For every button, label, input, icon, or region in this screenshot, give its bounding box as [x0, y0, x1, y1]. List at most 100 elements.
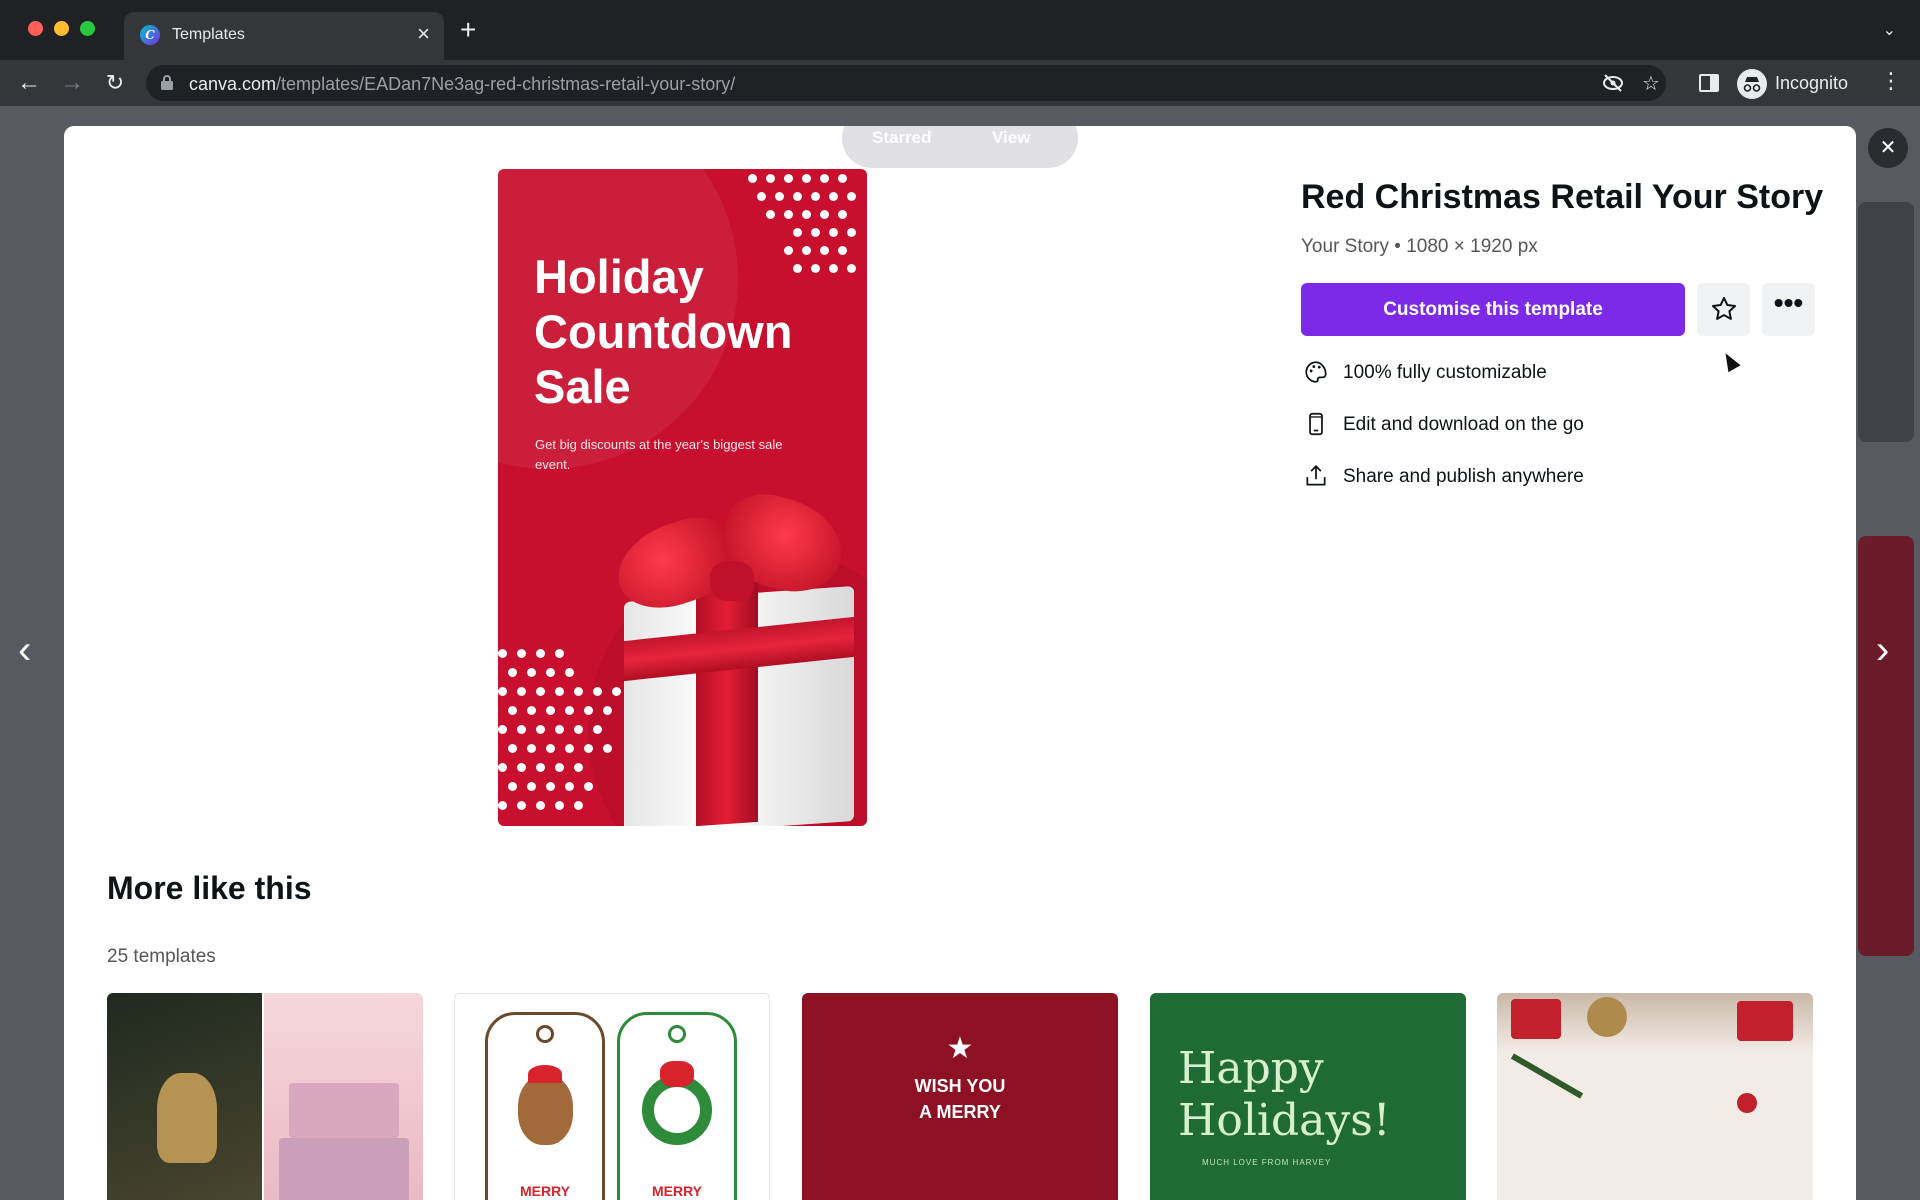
template-title: Red Christmas Retail Your Story — [1301, 178, 1824, 216]
thumb-gift-tag: MERRY CHRISTMAS — [617, 1012, 737, 1200]
template-count: 25 templates — [107, 946, 216, 967]
template-thumbnail[interactable]: ★ WISH YOU A MERRY — [802, 993, 1118, 1200]
polka-dot — [545, 706, 555, 715]
template-thumbnail[interactable]: MERRY CHRISTMAS MERRY CHRISTMAS — [454, 993, 770, 1200]
polka-dot — [820, 246, 829, 255]
gift-bow-knot — [710, 561, 754, 601]
polka-dot — [847, 228, 856, 237]
polka-dot — [602, 706, 612, 715]
browser-tab-bar: C Templates × + ⌄ — [0, 0, 1920, 60]
polka-dot — [555, 649, 564, 658]
polka-dot — [555, 801, 564, 810]
thumb-gift-tag: MERRY CHRISTMAS — [485, 1012, 605, 1200]
kebab-icon[interactable]: ⋮ — [1880, 68, 1902, 94]
maximize-window-button[interactable] — [80, 21, 95, 36]
template-preview[interactable]: Holiday Countdown Sale Get big discounts… — [498, 169, 867, 826]
back-icon[interactable]: ← — [14, 68, 44, 98]
polka-dot — [793, 192, 802, 201]
polka-dot — [583, 706, 593, 715]
polka-dot — [593, 687, 602, 696]
incognito-icon — [1737, 69, 1767, 100]
lock-icon — [161, 75, 173, 90]
browser-tab[interactable]: C Templates × — [124, 12, 444, 60]
star-button[interactable] — [1697, 283, 1750, 336]
previous-template-arrow-icon[interactable]: ‹ — [18, 630, 31, 670]
template-thumbnail[interactable]: Happy Holidays! MUCH LOVE FROM HARVEY — [1150, 993, 1466, 1200]
incognito-profile-button[interactable]: Incognito — [1737, 67, 1849, 100]
polka-dot — [574, 763, 583, 772]
polka-dot — [574, 801, 583, 810]
canva-favicon-icon: C — [140, 25, 160, 45]
polka-dot — [564, 668, 574, 677]
polka-dot — [555, 763, 564, 772]
polka-dot — [766, 174, 775, 183]
palette-icon — [1305, 361, 1327, 383]
polka-dot — [498, 725, 507, 734]
close-window-button[interactable] — [28, 21, 43, 36]
feature-text: 100% fully customizable — [1343, 362, 1547, 383]
background-card — [1858, 536, 1914, 956]
view-label[interactable]: View — [992, 128, 1030, 148]
background-card — [1858, 202, 1914, 442]
reload-icon[interactable]: ↻ — [100, 68, 130, 98]
new-tab-icon[interactable]: + — [460, 16, 476, 44]
close-modal-button[interactable]: ✕ — [1868, 128, 1908, 168]
more-options-button[interactable]: ••• — [1762, 283, 1815, 336]
starred-view-pill[interactable]: Starred View — [842, 126, 1078, 168]
thumb-caption: WISH YOU A MERRY — [914, 1076, 1006, 1122]
polka-dot — [847, 264, 856, 273]
polka-dot — [498, 649, 507, 658]
more-icon: ••• — [1773, 287, 1804, 318]
polka-dot — [536, 801, 545, 810]
minimize-window-button[interactable] — [54, 21, 69, 36]
starred-label[interactable]: Starred — [872, 128, 932, 148]
polka-dot — [517, 687, 526, 696]
polka-dot — [498, 763, 507, 772]
polka-dot — [829, 192, 838, 201]
template-thumbnail[interactable] — [107, 993, 423, 1200]
polka-dot — [517, 763, 526, 772]
polka-dot — [507, 782, 517, 791]
polka-dot — [574, 725, 583, 734]
address-bar[interactable]: canva.com/templates/EADan7Ne3ag-red-chri… — [146, 65, 1666, 101]
tab-search-chevron-icon[interactable]: ⌄ — [1883, 20, 1896, 40]
polka-dot — [602, 744, 612, 753]
polka-dot — [517, 801, 526, 810]
forward-icon[interactable]: → — [57, 68, 87, 98]
phone-icon — [1309, 412, 1323, 436]
polka-dot — [784, 210, 793, 219]
customise-template-button[interactable]: Customise this template — [1301, 283, 1685, 336]
bookmark-star-icon[interactable]: ☆ — [1642, 71, 1660, 96]
thumb-subcaption: MUCH LOVE FROM HARVEY — [1202, 1158, 1332, 1167]
polka-dot — [564, 706, 574, 715]
polka-dot — [748, 174, 757, 183]
polka-dot — [498, 687, 507, 696]
polka-dot — [583, 744, 593, 753]
polka-dot — [775, 192, 784, 201]
polka-dot — [517, 725, 526, 734]
next-template-arrow-icon[interactable]: › — [1876, 630, 1889, 670]
polka-dot — [829, 228, 838, 237]
eye-off-icon[interactable] — [1602, 73, 1624, 93]
polka-dot — [838, 246, 847, 255]
polka-dot — [802, 210, 811, 219]
feature-text: Edit and download on the go — [1343, 414, 1584, 435]
thumb-photo-ornament — [107, 993, 262, 1200]
tab-close-icon[interactable]: × — [417, 22, 430, 46]
feature-text: Share and publish anywhere — [1343, 466, 1584, 487]
polka-dot — [811, 264, 820, 273]
polka-dot — [545, 782, 555, 791]
polka-dots-top — [748, 174, 867, 294]
polka-dot — [811, 228, 820, 237]
side-panel-icon[interactable] — [1699, 73, 1719, 93]
polka-dot — [784, 246, 793, 255]
url-text: canva.com/templates/EADan7Ne3ag-red-chri… — [189, 74, 736, 94]
profile-label: Incognito — [1775, 73, 1849, 93]
star-icon — [1711, 296, 1737, 320]
template-meta: Your Story • 1080 × 1920 px — [1301, 236, 1538, 257]
thumb-pine-icon — [1510, 1053, 1584, 1099]
thumb-holly-icon — [1737, 1093, 1757, 1113]
polka-dot — [757, 192, 766, 201]
polka-dot — [811, 192, 820, 201]
template-thumbnail[interactable] — [1497, 993, 1813, 1200]
